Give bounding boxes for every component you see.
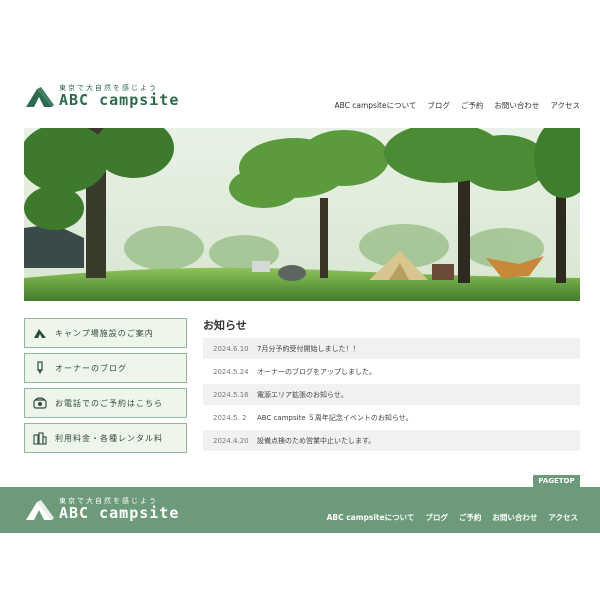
news-date: 2024.5.16 <box>213 390 249 399</box>
nav-contact[interactable]: お問い合わせ <box>494 100 539 111</box>
phone-reservation-label: お電話でのご予約はこちら <box>55 398 163 408</box>
news-item[interactable]: 2024.5.16 電源エリア拡張のお知らせ。 <box>203 384 580 405</box>
footer-nav-contact[interactable]: お問い合わせ <box>492 512 537 523</box>
news-section: お知らせ 2024.6.10 7月分予約受付開始しました！！ 2024.5.24… <box>203 317 580 453</box>
side-menu: キャンプ場施設のご案内 オーナーのブログ お電話でのご予約はこちら 利用料金・各… <box>24 318 187 458</box>
news-date: 2024.6.10 <box>213 344 249 353</box>
news-text: ABC campsite ５周年記念イベントのお知らせ。 <box>257 413 413 422</box>
news-item[interactable]: 2024.5.24 オーナーのブログをアップしました。 <box>203 361 580 382</box>
news-date: 2024.5.24 <box>213 367 249 376</box>
site-footer: 東京で大自然を感じよう ABC campsite ABC campsiteについ… <box>0 487 600 533</box>
footer-nav-about[interactable]: ABC campsiteについて <box>327 512 415 523</box>
news-text: 設備点検のため営業中止いたします。 <box>257 436 376 445</box>
pagetop-button[interactable]: PAGETOP <box>533 475 580 487</box>
news-heading: お知らせ <box>203 319 247 332</box>
news-list: 2024.6.10 7月分予約受付開始しました！！ 2024.5.24 オーナー… <box>203 338 580 451</box>
pen-icon <box>37 361 43 374</box>
nav-about[interactable]: ABC campsiteについて <box>335 100 417 111</box>
pricing-rental-label: 利用料金・各種レンタル料 <box>55 433 163 443</box>
owner-blog-label: オーナーのブログ <box>55 363 127 373</box>
news-item[interactable]: 2024.6.10 7月分予約受付開始しました！！ <box>203 338 580 359</box>
footer-nav-blog[interactable]: ブログ <box>425 512 448 523</box>
news-date: 2024.4.20 <box>213 436 249 445</box>
facility-guide-label: キャンプ場施設のご案内 <box>55 328 154 338</box>
phone-reservation-button[interactable]: お電話でのご予約はこちら <box>24 388 187 418</box>
site-logo[interactable]: 東京で大自然を感じよう ABC campsite <box>24 84 179 108</box>
nav-reservation[interactable]: ご予約 <box>461 100 484 111</box>
news-text: 7月分予約受付開始しました！！ <box>257 344 360 353</box>
phone-icon <box>33 397 47 409</box>
footer-logo[interactable]: 東京で大自然を感じよう ABC campsite <box>24 497 179 521</box>
footer-logo-name: ABC campsite <box>59 504 180 522</box>
pricing-rental-button[interactable]: 利用料金・各種レンタル料 <box>24 423 187 453</box>
facility-guide-button[interactable]: キャンプ場施設のご案内 <box>24 318 187 348</box>
logo-name: ABC campsite <box>59 91 180 109</box>
footer-nav-reservation[interactable]: ご予約 <box>459 512 482 523</box>
tent-icon <box>34 329 46 338</box>
news-text: 電源エリア拡張のお知らせ。 <box>257 390 348 399</box>
nav-access[interactable]: アクセス <box>550 100 580 111</box>
price-icon <box>33 432 47 445</box>
owner-blog-button[interactable]: オーナーのブログ <box>24 353 187 383</box>
news-item[interactable]: 2024.5. 2 ABC campsite ５周年記念イベントのお知らせ。 <box>203 407 580 428</box>
tent-logo-icon <box>26 87 54 107</box>
footer-nav-access[interactable]: アクセス <box>548 512 578 523</box>
campsite-photo <box>24 128 580 301</box>
site-header: 東京で大自然を感じよう ABC campsite ABC campsiteについ… <box>24 78 580 118</box>
tent-logo-icon <box>26 500 54 520</box>
footer-nav: ABC campsiteについて ブログ ご予約 お問い合わせ アクセス <box>327 512 578 523</box>
global-nav: ABC campsiteについて ブログ ご予約 お問い合わせ アクセス <box>335 100 581 111</box>
news-item[interactable]: 2024.4.20 設備点検のため営業中止いたします。 <box>203 430 580 451</box>
hero-image <box>24 128 580 301</box>
news-date: 2024.5. 2 <box>213 413 247 422</box>
news-text: オーナーのブログをアップしました。 <box>257 367 376 376</box>
nav-blog[interactable]: ブログ <box>427 100 450 111</box>
